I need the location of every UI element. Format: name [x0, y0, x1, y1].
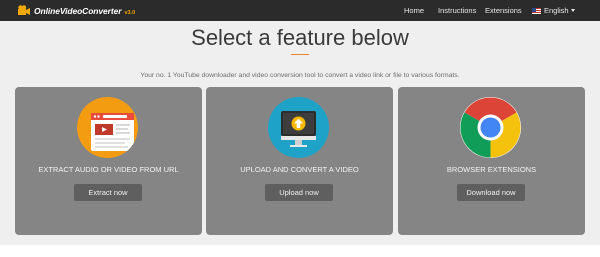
extract-now-button[interactable]: Extract now: [74, 184, 142, 201]
main-content: Select a feature below Your no. 1 YouTub…: [0, 21, 600, 245]
url-browser-icon: [77, 97, 138, 158]
page-title: Select a feature below: [191, 25, 409, 50]
caret-down-icon: [570, 9, 575, 12]
card-extensions-label: BROWSER EXTENSIONS: [446, 165, 537, 174]
top-navbar: OnlineVideoConverter v3.0 Home Instructi…: [0, 0, 600, 21]
title-divider: [291, 54, 309, 55]
download-now-button[interactable]: Download now: [457, 184, 525, 201]
video-camera-icon: [18, 5, 30, 15]
page-subtitle: Your no. 1 YouTube downloader and video …: [140, 72, 460, 79]
card-upload-label: UPLOAD AND CONVERT A VIDEO: [240, 165, 359, 174]
upload-monitor-icon: [268, 97, 329, 158]
upload-now-button[interactable]: Upload now: [265, 184, 333, 201]
card-upload-convert: UPLOAD AND CONVERT A VIDEO Upload now: [206, 87, 393, 235]
language-label: English: [544, 6, 569, 15]
chrome-browser-icon: [460, 97, 521, 158]
card-browser-extensions: BROWSER EXTENSIONS Download now: [398, 87, 585, 235]
card-extract-label: EXTRACT AUDIO OR VIDEO FROM URL: [38, 165, 179, 174]
language-selector[interactable]: English: [532, 0, 575, 21]
card-extract-from-url: EXTRACT AUDIO OR VIDEO FROM URL Extract …: [15, 87, 202, 235]
logo-text: OnlineVideoConverter: [34, 5, 122, 16]
site-logo[interactable]: OnlineVideoConverter v3.0: [18, 3, 135, 18]
logo-version: v3.0: [124, 9, 136, 16]
nav-home[interactable]: Home: [404, 0, 424, 21]
nav-extensions[interactable]: Extensions: [485, 0, 522, 21]
us-flag-icon: [532, 8, 541, 14]
nav-instructions[interactable]: Instructions: [438, 0, 476, 21]
